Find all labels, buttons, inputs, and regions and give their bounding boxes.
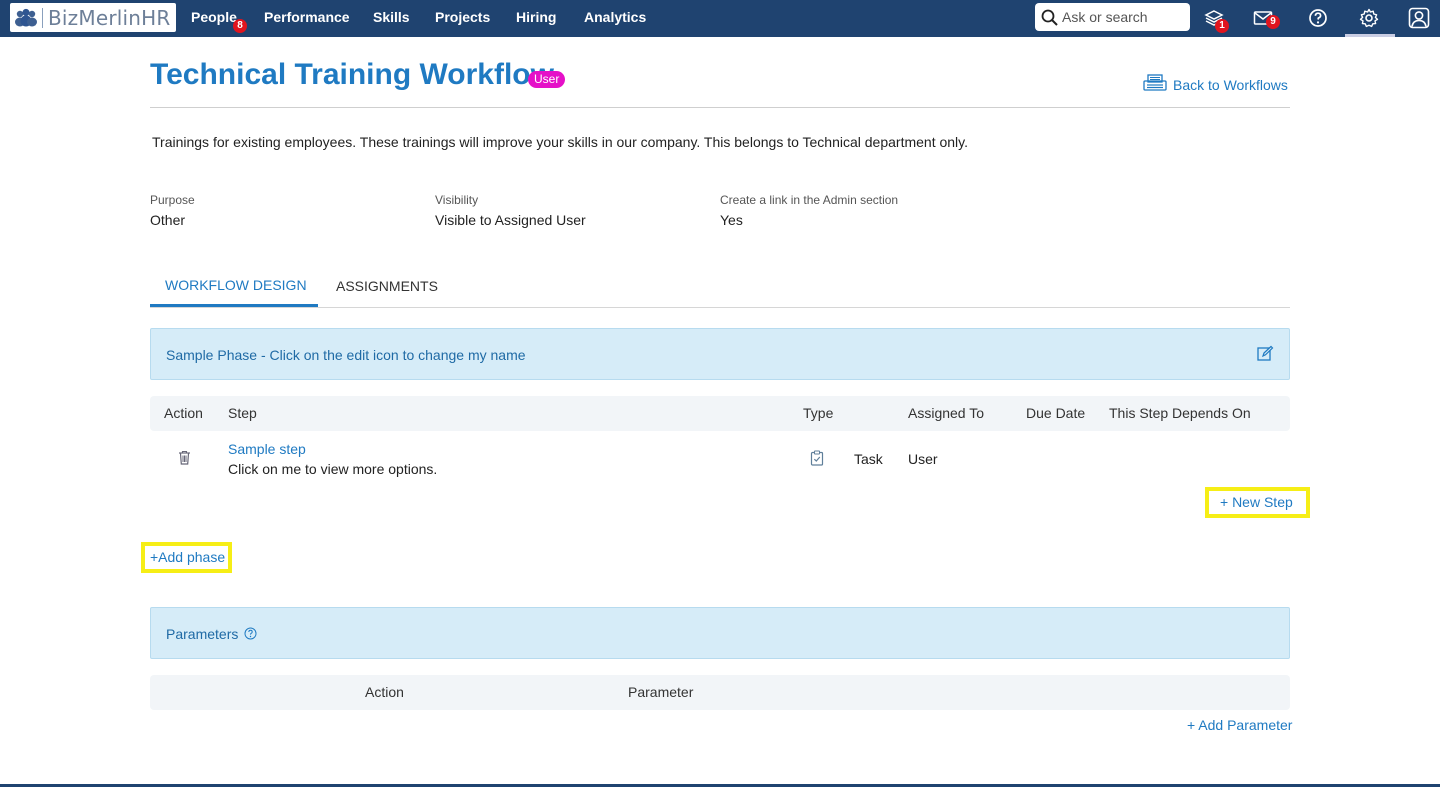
meta-value: Other [150,212,186,228]
profile-icon [1408,7,1430,29]
top-nav-bar: BizMerlinHR People 8 Performance Skills … [0,0,1440,37]
logo-text: BizMerlinHR [48,5,171,30]
add-phase-button[interactable]: +Add phase [150,549,225,565]
step-name-link[interactable]: Sample step [228,441,306,457]
column-header-type: Type [803,405,834,421]
column-header-due-date: Due Date [1026,405,1086,421]
new-step-button[interactable]: + New Step [1220,494,1293,510]
phase-header: Sample Phase - Click on the edit icon to… [150,328,1290,380]
steps-table-header: Action Step Type Assigned To Due Date Th… [150,396,1290,431]
back-link-label: Back to Workflows [1173,77,1288,93]
role-badge: User [528,71,566,88]
title-divider [150,107,1290,108]
meta-value: Yes [720,212,743,228]
app-logo[interactable]: BizMerlinHR [10,3,176,32]
parameters-header: Parameters [150,607,1290,659]
step-type: Task [854,451,883,467]
people-count-badge: 8 [233,19,247,33]
gear-icon [1359,8,1379,28]
page-title: Technical Training Workflow [150,58,554,91]
nav-item-analytics[interactable]: Analytics [584,9,646,25]
notifications-badge: 1 [1215,19,1229,33]
step-assigned-to: User [908,451,938,467]
nav-item-performance[interactable]: Performance [264,9,350,25]
tab-assignments[interactable]: ASSIGNMENTS [336,278,438,294]
workflow-description: Trainings for existing employees. These … [152,134,969,150]
help-icon [1309,9,1327,27]
phase-name: Sample Phase - Click on the edit icon to… [166,347,526,363]
search-icon [1041,9,1058,26]
people-logo-icon [15,8,37,26]
global-search[interactable] [1035,3,1190,31]
column-header-step: Step [228,405,257,421]
parameters-title: Parameters [166,626,239,642]
printer-icon [1143,74,1167,91]
help-icon[interactable] [244,627,257,640]
meta-admin-link: Create a link in the Admin section Yes [720,193,898,228]
meta-visibility: Visibility Visible to Assigned User [435,193,586,228]
step-hint[interactable]: Click on me to view more options. [228,461,437,477]
profile-button[interactable] [1406,6,1432,30]
meta-label: Visibility [435,193,479,207]
messages-badge: 9 [1266,15,1280,29]
column-header-parameter: Parameter [628,684,694,700]
search-input[interactable] [1062,9,1182,25]
column-header-depends-on: This Step Depends On [1109,405,1251,421]
task-clipboard-icon [810,450,824,466]
back-to-workflows-link[interactable]: Back to Workflows [1143,74,1288,94]
settings-button[interactable] [1356,6,1382,30]
column-header-action: Action [164,405,203,421]
logo-divider [42,7,43,28]
meta-label: Purpose [150,193,195,207]
add-parameter-button[interactable]: + Add Parameter [1187,717,1292,733]
nav-item-skills[interactable]: Skills [373,9,410,25]
help-button[interactable] [1305,6,1331,30]
meta-label: Create a link in the Admin section [720,193,899,207]
column-header-assigned-to: Assigned To [908,405,985,421]
tab-workflow-design[interactable]: WORKFLOW DESIGN [165,277,307,293]
tab-divider [150,307,1290,308]
meta-purpose: Purpose Other [150,193,195,228]
nav-item-people[interactable]: People [191,9,237,25]
column-header-action: Action [365,684,404,700]
edit-icon[interactable] [1256,345,1274,363]
trash-icon[interactable] [178,450,191,465]
nav-item-hiring[interactable]: Hiring [516,9,556,25]
nav-item-projects[interactable]: Projects [435,9,490,25]
parameters-table-header: Action Parameter [150,675,1290,710]
meta-value: Visible to Assigned User [435,212,586,228]
